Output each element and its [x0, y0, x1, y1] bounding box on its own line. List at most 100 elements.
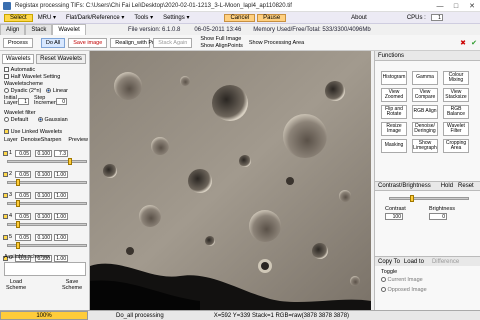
default-filter-radio[interactable] — [4, 117, 9, 122]
histogram-button[interactable]: Histogram — [381, 71, 407, 85]
preview-value[interactable]: 1.00 — [54, 191, 68, 199]
preview-value[interactable]: 1.00 — [54, 212, 68, 220]
confirm-icon[interactable]: ✔ — [471, 39, 477, 47]
save-image-button[interactable]: Save image — [68, 37, 108, 48]
brightness-spinner[interactable]: 0 — [429, 213, 447, 220]
maximize-icon[interactable]: □ — [448, 0, 464, 12]
layer-checkbox[interactable] — [3, 234, 8, 240]
current-image-radio[interactable] — [381, 277, 386, 283]
hold-button[interactable]: Hold — [441, 183, 453, 189]
linear-radio[interactable] — [46, 88, 52, 94]
settings-menu[interactable]: Settings ▾ — [158, 14, 194, 21]
mru-menu[interactable]: MRU ▾ — [33, 14, 61, 21]
initial-layer-spinner[interactable]: 1 — [18, 97, 29, 105]
view-zoomed-button[interactable]: View Zoomed — [381, 88, 407, 102]
load-to-button[interactable]: Load to — [404, 259, 424, 265]
tools-menu[interactable]: Tools ▾ — [129, 14, 158, 21]
stack-again-button[interactable]: Stack Again — [153, 37, 193, 48]
difference-button[interactable]: Difference — [432, 259, 459, 265]
layer-slider[interactable] — [7, 221, 87, 228]
resize-image-button[interactable]: Resize Image — [381, 122, 407, 136]
title-bar: Registax processing TIFs: C:\Users\Chi F… — [0, 0, 480, 12]
image-viewer[interactable] — [90, 51, 371, 310]
cpus-spinner[interactable]: 1 — [430, 14, 443, 21]
show-processing-area-button[interactable]: Show Processing Area — [249, 40, 304, 46]
layer-checkbox[interactable] — [3, 150, 8, 156]
slider-knob[interactable] — [16, 221, 20, 228]
view-stacksize-button[interactable]: View Stacksize — [443, 88, 469, 102]
slider-knob[interactable] — [68, 158, 72, 165]
preview-value[interactable]: 1.00 — [54, 170, 68, 178]
preview-value[interactable]: 7.3 — [54, 149, 68, 157]
layer-slider[interactable] — [7, 158, 87, 165]
cropping-area-button[interactable]: Cropping Area — [443, 139, 469, 153]
layer-checkbox[interactable] — [3, 213, 8, 219]
flat-dark-reference-menu[interactable]: Flat/Dark/Reference ▾ — [61, 14, 129, 21]
sharpen-spinner[interactable]: 0.100 — [35, 149, 52, 157]
layer-checkbox[interactable] — [3, 192, 8, 198]
layer-slider[interactable] — [7, 179, 87, 186]
rgb-align-button[interactable]: RGB Align — [412, 105, 438, 119]
realign-button[interactable]: Realign_with Processed — [110, 37, 174, 48]
functions-panel: Functions Histogram Gamma Colour Mixing … — [374, 51, 480, 310]
denoise-spinner[interactable]: 0.05 — [15, 170, 31, 178]
wavelet-filter-button[interactable]: Wavelet Filter — [443, 122, 469, 136]
pause-button[interactable]: Pause — [257, 13, 287, 22]
contrast-slider[interactable] — [389, 195, 469, 202]
do-all-button[interactable]: Do All — [40, 37, 66, 48]
reset-button[interactable]: Reset — [458, 183, 474, 189]
flip-rotate-button[interactable]: Flip and Rotate — [381, 105, 407, 119]
tab-wavelets[interactable]: Wavelets — [2, 54, 35, 64]
tab-stack[interactable]: Stack — [25, 24, 53, 35]
close-icon[interactable]: ✕ — [464, 0, 480, 12]
denoise-spinner[interactable]: 0.05 — [15, 149, 31, 157]
cancel-button[interactable]: Cancel — [224, 13, 256, 22]
layer-slider[interactable] — [7, 200, 87, 207]
process-button[interactable]: Process — [3, 37, 33, 48]
denoise-deringing-button[interactable]: Denoise/ Deringing — [412, 122, 438, 136]
sharpen-spinner[interactable]: 0.100 — [35, 191, 52, 199]
tab-reset-wavelets[interactable]: Reset Wavelets — [36, 54, 86, 64]
show-full-image-button[interactable]: Show Full Image — [200, 36, 243, 43]
tab-wavelet[interactable]: Wavelet — [52, 24, 86, 35]
schemes-list[interactable] — [4, 262, 86, 276]
dyadic-radio[interactable] — [4, 88, 9, 94]
opposed-image-radio[interactable] — [381, 287, 386, 293]
denoise-spinner[interactable]: 0.05 — [15, 233, 31, 241]
colour-mixing-button[interactable]: Colour Mixing — [443, 71, 469, 85]
view-compare-button[interactable]: View Compare — [412, 88, 438, 102]
app-icon — [3, 1, 11, 10]
masking-button[interactable]: Masking — [381, 139, 407, 153]
copy-to-button[interactable]: Copy To — [378, 259, 400, 265]
automatic-checkbox[interactable] — [4, 67, 9, 72]
about-menu[interactable]: About — [346, 15, 372, 21]
slider-knob[interactable] — [16, 242, 20, 249]
select-button[interactable]: Select — [4, 13, 33, 22]
show-align-points-button[interactable]: Show AlignPoints — [200, 43, 243, 50]
preview-value[interactable]: 1.00 — [54, 233, 68, 241]
use-linked-checkbox[interactable] — [4, 129, 9, 134]
contrast-spinner[interactable]: 100 — [385, 213, 403, 220]
tab-align[interactable]: Align — [0, 24, 26, 35]
sharpen-spinner[interactable]: 0.100 — [35, 170, 52, 178]
half-wavelet-checkbox[interactable] — [4, 74, 9, 80]
slider-knob[interactable] — [16, 179, 20, 186]
slider-knob[interactable] — [16, 200, 20, 207]
contrast-slider-knob[interactable] — [410, 195, 414, 202]
gaussian-filter-radio[interactable] — [37, 117, 43, 122]
show-limegraph-button[interactable]: Show Limegraph — [412, 139, 438, 153]
sharpen-spinner[interactable]: 0.100 — [35, 212, 52, 220]
denoise-spinner[interactable]: 0.05 — [15, 191, 31, 199]
sharpen-spinner[interactable]: 0.100 — [35, 233, 52, 241]
layer-checkbox[interactable] — [3, 171, 8, 177]
rgb-balance-button[interactable]: RGB Balance — [443, 105, 469, 119]
minimize-icon[interactable]: — — [432, 0, 448, 12]
denoise-spinner[interactable]: 0.05 — [15, 212, 31, 220]
close-panel-icon[interactable]: ✖ — [460, 39, 466, 47]
save-scheme-button[interactable]: Save Scheme — [62, 279, 82, 291]
step-increment-spinner[interactable]: 0 — [56, 97, 67, 105]
gamma-button[interactable]: Gamma — [412, 71, 438, 85]
preview-value[interactable]: 1.00 — [54, 254, 68, 262]
load-scheme-button[interactable]: Load Scheme — [6, 279, 26, 291]
layer-slider[interactable] — [7, 242, 87, 249]
